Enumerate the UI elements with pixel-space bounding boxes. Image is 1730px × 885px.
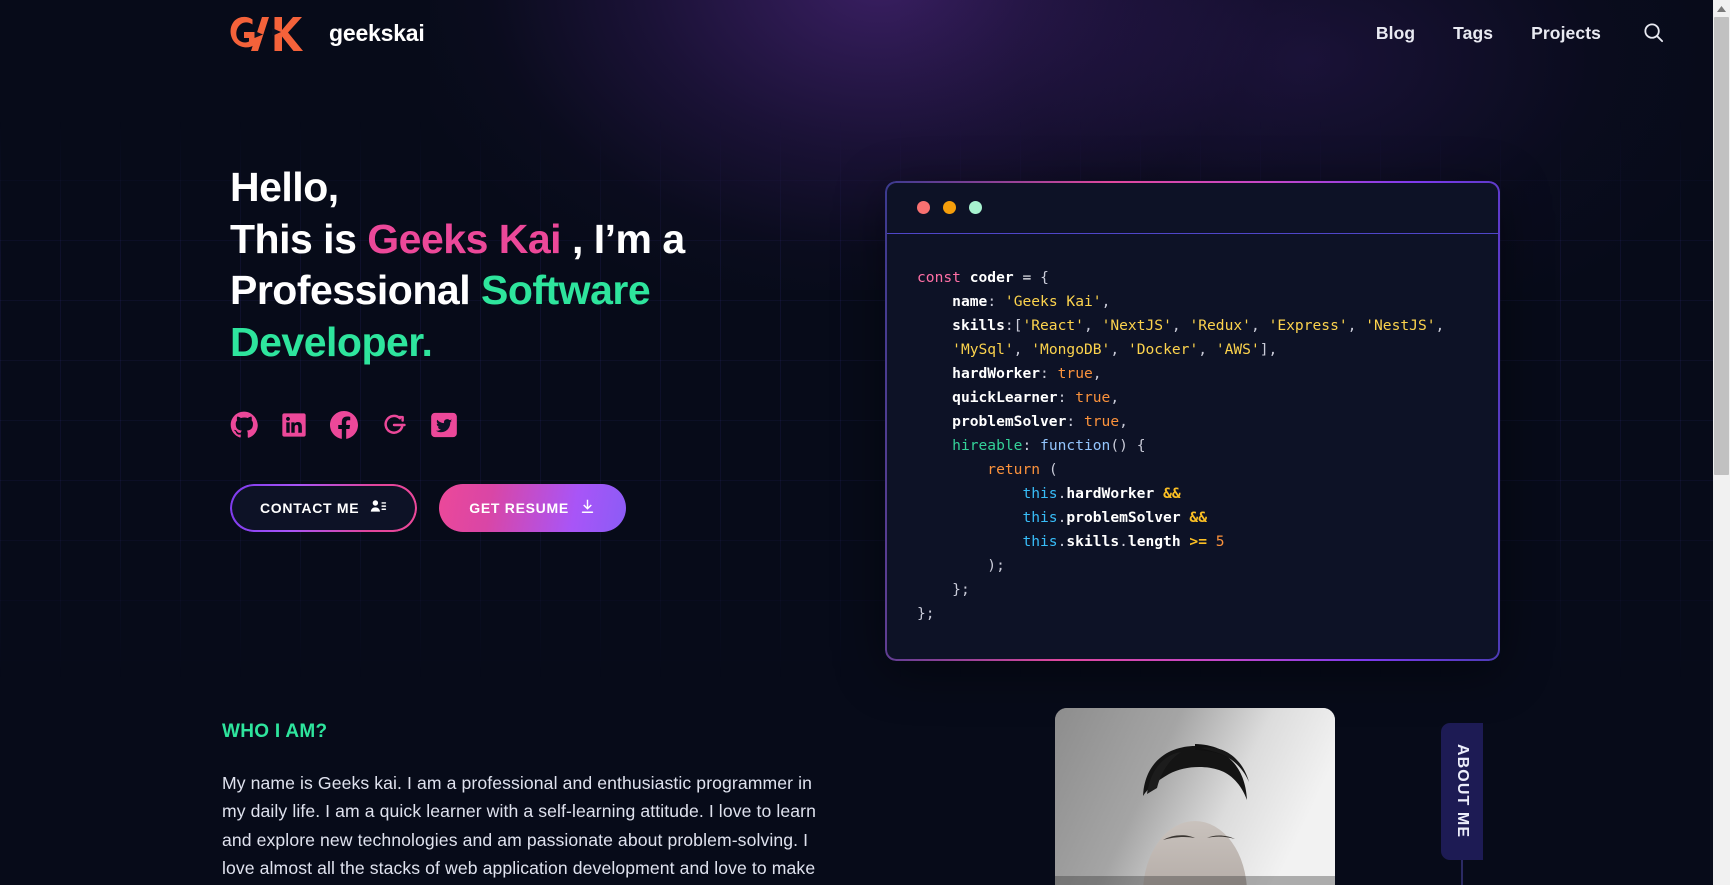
scrollbar-thumb[interactable] bbox=[1714, 17, 1729, 475]
nav-item-blog[interactable]: Blog bbox=[1357, 0, 1434, 67]
about-me-side-tab-label: ABOUT ME bbox=[1454, 744, 1471, 839]
hero-section: Hello, This is Geeks Kai , I’m a Profess… bbox=[0, 67, 1713, 667]
about-me-side-tab[interactable]: ABOUT ME bbox=[1441, 723, 1483, 860]
about-kicker: WHO I AM? bbox=[222, 721, 328, 742]
about-portrait-photo bbox=[1055, 708, 1335, 885]
nav-item-tags[interactable]: Tags bbox=[1434, 0, 1512, 67]
hero-text-block: Hello, This is Geeks Kai , I’m a Profess… bbox=[230, 162, 750, 532]
facebook-icon bbox=[330, 410, 358, 443]
contact-me-button[interactable]: CONTACT ME bbox=[230, 483, 418, 532]
social-link-geeksforgeeks[interactable] bbox=[380, 411, 408, 439]
brand-logo-link[interactable]: geekskai bbox=[228, 14, 425, 54]
contact-me-label: CONTACT ME bbox=[260, 499, 360, 516]
nav-item-projects[interactable]: Projects bbox=[1512, 0, 1620, 67]
about-text-block: WHO I AM? My name is Geeks kai. I am a p… bbox=[222, 721, 832, 885]
code-block: const coder = { name: 'Geeks Kai', skill… bbox=[917, 269, 1445, 622]
scrollbar-up-arrow[interactable] bbox=[1713, 0, 1730, 17]
contact-card-icon bbox=[369, 497, 387, 518]
social-link-twitter[interactable] bbox=[430, 411, 458, 439]
hero-line-3-prefix: Professional bbox=[230, 267, 481, 314]
search-button[interactable] bbox=[1633, 14, 1673, 54]
get-resume-label: GET RESUME bbox=[469, 499, 569, 516]
hero-role-highlight-1: Software bbox=[480, 267, 651, 314]
hero-title: Hello, This is Geeks Kai , I’m a Profess… bbox=[230, 162, 750, 369]
social-link-github[interactable] bbox=[230, 411, 258, 439]
close-dot[interactable] bbox=[917, 200, 930, 214]
social-link-linkedin[interactable] bbox=[280, 411, 308, 439]
linkedin-icon bbox=[280, 412, 308, 443]
social-link-facebook[interactable] bbox=[330, 410, 358, 439]
brand-name: geekskai bbox=[329, 20, 425, 46]
code-card-titlebar bbox=[885, 181, 1500, 234]
about-tab-connector bbox=[1461, 860, 1463, 885]
minimize-dot[interactable] bbox=[943, 200, 956, 214]
social-links bbox=[230, 410, 750, 439]
twitter-icon bbox=[430, 412, 458, 443]
site-header: geekskai Blog Tags Projects bbox=[0, 0, 1713, 67]
github-icon bbox=[230, 411, 258, 443]
search-icon bbox=[1642, 21, 1665, 47]
about-paragraph: My name is Geeks kai. I am a professiona… bbox=[222, 773, 816, 879]
get-resume-button[interactable]: GET RESUME bbox=[439, 483, 626, 532]
main-nav: Blog Tags Projects bbox=[1357, 0, 1713, 67]
hero-line-2-prefix: This is bbox=[230, 215, 368, 262]
hero-line-1: Hello, bbox=[230, 164, 339, 210]
hero-role-highlight-2: Developer. bbox=[230, 318, 433, 365]
page-scrollbar[interactable] bbox=[1713, 0, 1730, 885]
hero-cta-row: CONTACT ME GET RESUME bbox=[230, 483, 750, 532]
hero-name-highlight: Geeks Kai bbox=[367, 215, 562, 262]
hero-line-2-suffix: , I’m a bbox=[561, 215, 685, 262]
maximize-dot[interactable] bbox=[969, 200, 982, 214]
code-preview-card: const coder = { name: 'Geeks Kai', skill… bbox=[885, 181, 1500, 661]
gk-logo-icon bbox=[228, 14, 316, 54]
page-root: geekskai Blog Tags Projects Hello, This … bbox=[0, 0, 1713, 885]
geeksforgeeks-icon bbox=[380, 414, 408, 443]
download-icon bbox=[579, 498, 596, 518]
